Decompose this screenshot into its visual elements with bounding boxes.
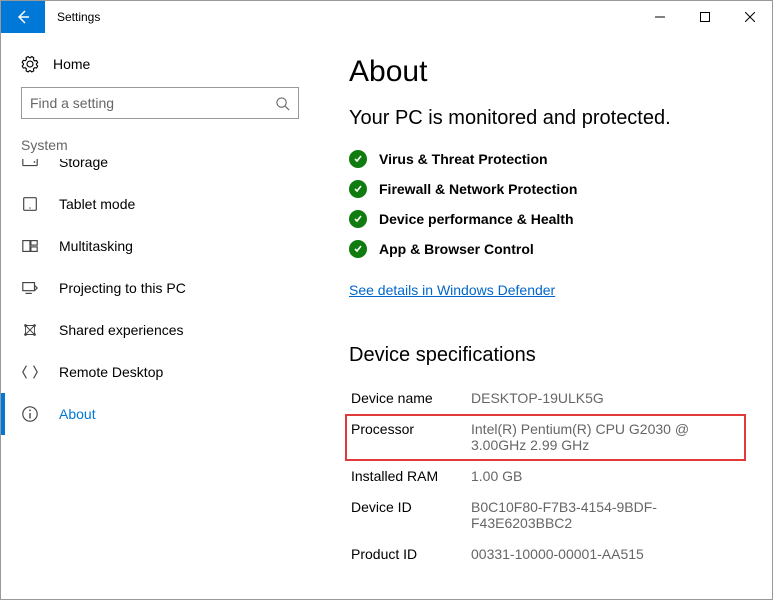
maximize-button[interactable] [682, 1, 727, 33]
check-icon [349, 150, 367, 168]
spec-row: Device IDB0C10F80-F7B3-4154-9BDF-F43E620… [345, 492, 746, 539]
minimize-button[interactable] [637, 1, 682, 33]
sidebar-item-storage[interactable]: Storage [1, 159, 319, 183]
spec-row: Product ID00331-10000-00001-AA515 [345, 539, 746, 570]
spec-key: Device ID [351, 499, 471, 531]
nav-icon [21, 195, 39, 213]
home-button[interactable]: Home [1, 47, 319, 87]
spec-row: Installed RAM1.00 GB [345, 461, 746, 492]
sidebar-item-shared-experiences[interactable]: Shared experiences [1, 309, 319, 351]
sidebar-item-tablet-mode[interactable]: Tablet mode [1, 183, 319, 225]
active-indicator [1, 393, 5, 435]
nav-icon [21, 159, 39, 171]
spec-key: Device name [351, 390, 471, 406]
spec-value: 00331-10000-00001-AA515 [471, 546, 740, 562]
category-label: System [1, 137, 319, 159]
spec-value: DESKTOP-19ULK5G [471, 390, 740, 406]
sidebar: Home Find a setting System Storage Tablet… [1, 33, 319, 601]
nav-label: Tablet mode [59, 196, 135, 212]
sidebar-item-projecting-to-this-pc[interactable]: Projecting to this PC [1, 267, 319, 309]
security-item-label: App & Browser Control [379, 241, 534, 257]
back-button[interactable] [1, 1, 45, 33]
arrow-left-icon [15, 9, 31, 25]
specs-table: Device nameDESKTOP-19ULK5GProcessorIntel… [349, 383, 742, 570]
security-item-label: Firewall & Network Protection [379, 181, 577, 197]
nav-label: About [59, 406, 96, 422]
search-icon [275, 96, 290, 111]
window-controls [637, 1, 772, 33]
close-button[interactable] [727, 1, 772, 33]
nav-icon [21, 237, 39, 255]
spec-value: Intel(R) Pentium(R) CPU G2030 @ 3.00GHz … [471, 421, 740, 453]
nav-label: Remote Desktop [59, 364, 163, 380]
nav-icon [21, 279, 39, 297]
spec-key: Processor [351, 421, 471, 453]
check-icon [349, 180, 367, 198]
window-title: Settings [45, 1, 112, 33]
nav-icon [21, 363, 39, 381]
sidebar-item-about[interactable]: About [1, 393, 319, 435]
maximize-icon [700, 12, 710, 22]
security-item-label: Device performance & Health [379, 211, 574, 227]
sidebar-item-multitasking[interactable]: Multitasking [1, 225, 319, 267]
spec-key: Product ID [351, 546, 471, 562]
nav-icon [21, 405, 39, 423]
spec-value: 1.00 GB [471, 468, 740, 484]
nav-label: Multitasking [59, 238, 133, 254]
spec-row: Device nameDESKTOP-19ULK5G [345, 383, 746, 414]
nav-label: Storage [59, 159, 108, 170]
spec-row: ProcessorIntel(R) Pentium(R) CPU G2030 @… [345, 414, 746, 461]
close-icon [745, 12, 755, 22]
search-placeholder: Find a setting [30, 95, 275, 111]
specs-heading: Device specifications [349, 344, 742, 367]
page-title: About [349, 55, 742, 89]
nav-list: Storage Tablet mode Multitasking Projecting… [1, 159, 319, 435]
security-item: Virus & Threat Protection [349, 144, 742, 174]
security-item-label: Virus & Threat Protection [379, 151, 548, 167]
check-icon [349, 210, 367, 228]
home-label: Home [53, 56, 90, 72]
security-item: App & Browser Control [349, 234, 742, 264]
sidebar-item-remote-desktop[interactable]: Remote Desktop [1, 351, 319, 393]
titlebar: Settings [1, 1, 772, 33]
security-list: Virus & Threat Protection Firewall & Netw… [349, 144, 742, 264]
security-item: Firewall & Network Protection [349, 174, 742, 204]
search-input[interactable]: Find a setting [21, 87, 299, 119]
nav-label: Projecting to this PC [59, 280, 186, 296]
check-icon [349, 240, 367, 258]
minimize-icon [655, 12, 665, 22]
nav-icon [21, 321, 39, 339]
gear-icon [21, 55, 39, 73]
main-panel: About Your PC is monitored and protected… [319, 33, 772, 601]
nav-label: Shared experiences [59, 322, 184, 338]
spec-value: B0C10F80-F7B3-4154-9BDF-F43E6203BBC2 [471, 499, 740, 531]
defender-link[interactable]: See details in Windows Defender [349, 282, 555, 298]
security-subtitle: Your PC is monitored and protected. [349, 107, 742, 130]
security-item: Device performance & Health [349, 204, 742, 234]
spec-key: Installed RAM [351, 468, 471, 484]
